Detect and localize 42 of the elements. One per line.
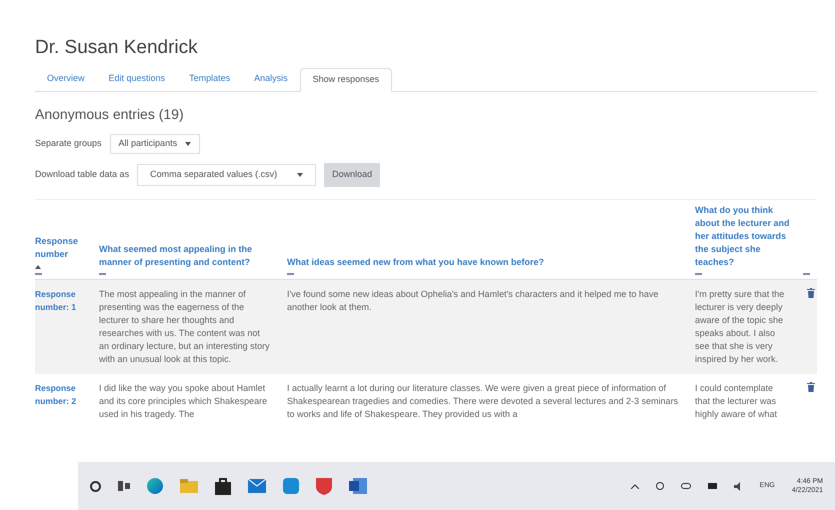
tab[interactable]: Overview bbox=[35, 67, 97, 91]
response-link[interactable]: Response number: 1 bbox=[35, 288, 91, 366]
column-header[interactable]: Response number bbox=[35, 235, 91, 269]
network-icon[interactable] bbox=[656, 482, 664, 490]
group-select[interactable]: All participants bbox=[110, 134, 200, 154]
caret-icon bbox=[297, 173, 304, 177]
app-icon[interactable] bbox=[283, 478, 299, 494]
table-cell-text: I did like the way you spoke about Hamlet and its core principles which Shakespeare used in his tragedy. The bbox=[99, 382, 268, 421]
field-label: Download table data as bbox=[35, 168, 130, 182]
shield-icon[interactable] bbox=[316, 478, 332, 494]
page-title: Dr. Susan Kendrick bbox=[35, 36, 199, 60]
tab[interactable]: Analysis bbox=[242, 67, 300, 91]
table-cell-text: The most appealing in the manner of presenting was the eagerness of the lecturer to share her thoughts and researches with us. The content was not an ordinary lecture, but an interesting story with an unusual look at this topic. bbox=[99, 288, 271, 366]
tab[interactable]: Show responses bbox=[300, 68, 392, 92]
trash-icon[interactable] bbox=[807, 382, 815, 392]
field-label: Separate groups bbox=[35, 137, 102, 150]
sort-icon[interactable] bbox=[35, 265, 41, 269]
column-header[interactable]: What do you think about the lecturer and her attitudes towards the subject she teaches? bbox=[695, 204, 795, 269]
chevron-icon[interactable] bbox=[630, 484, 639, 488]
caret-icon bbox=[185, 142, 192, 146]
trash-icon[interactable] bbox=[807, 288, 815, 298]
battery-icon[interactable] bbox=[708, 483, 717, 489]
table-cell-text: I'm pretty sure that the lecturer is very deeply aware of the topic she speaks about. I also see that she is very inspired by her work. bbox=[695, 288, 786, 366]
response-link[interactable]: Response number: 2 bbox=[35, 382, 91, 421]
cloud-icon[interactable] bbox=[680, 483, 691, 489]
browser-icon[interactable] bbox=[147, 478, 163, 494]
document-icon[interactable] bbox=[349, 478, 367, 494]
tab[interactable]: Edit questions bbox=[96, 67, 178, 91]
mail-icon[interactable] bbox=[248, 479, 266, 493]
bag-icon[interactable] bbox=[215, 478, 231, 494]
download-button[interactable]: Download bbox=[324, 163, 380, 187]
section-title: Anonymous entries (19) bbox=[35, 105, 185, 124]
table-cell-text: I've found some new ideas about Ophelia's and Hamlet's characters and it helped me to have another look at them. bbox=[287, 288, 660, 314]
table-cell-text: I actually learnt a lot during our literature classes. We were given a great piece of information of Shakespearean tragedies and comedies. There were devoted a several lectures and 2-3 seminars to works and life of Shakespeare. They provided us with a bbox=[287, 382, 680, 421]
column-header[interactable]: What ideas seemed new from what you have known before? bbox=[287, 256, 687, 269]
tab[interactable]: Templates bbox=[177, 67, 242, 91]
speaker-icon[interactable] bbox=[734, 482, 743, 490]
task-view-icon[interactable] bbox=[118, 481, 130, 491]
format-select[interactable]: Comma separated values (.csv) bbox=[137, 164, 316, 186]
table-cell-text: I could contemplate that the lecturer was highly aware of what bbox=[695, 382, 778, 421]
search-icon[interactable] bbox=[90, 480, 101, 492]
column-header[interactable]: What seemed most appealing in the manner of presenting and content? bbox=[99, 243, 279, 269]
